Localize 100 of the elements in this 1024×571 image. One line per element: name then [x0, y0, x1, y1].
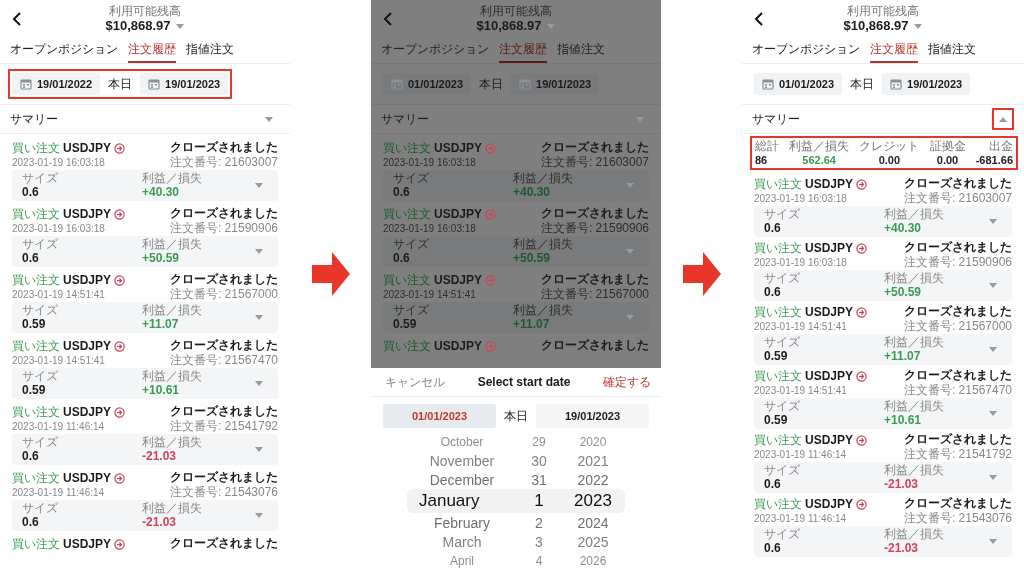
arrow-circle-icon[interactable] — [856, 370, 868, 382]
arrow-circle-icon[interactable] — [856, 178, 868, 190]
caret-icon[interactable] — [545, 22, 556, 30]
order-details-card[interactable]: サイズ 0.59 利益／損失 +11.07 — [12, 302, 278, 333]
arrow-circle-icon[interactable] — [856, 498, 868, 510]
order-details-card[interactable]: サイズ 0.59 利益／損失 +11.07 — [754, 334, 1012, 365]
expand-icon[interactable] — [625, 314, 635, 321]
tab[interactable]: オープンポジション — [381, 38, 489, 63]
arrow-circle-icon[interactable] — [114, 538, 126, 550]
expand-icon[interactable] — [988, 410, 998, 417]
picker-year[interactable]: 2022 — [561, 471, 625, 488]
picker-month[interactable]: November — [407, 452, 517, 469]
picker-year[interactable]: 2025 — [561, 533, 625, 550]
start-date-field[interactable]: 01/01/2023 — [383, 404, 496, 428]
expand-icon[interactable] — [254, 182, 264, 189]
picker-selection[interactable]: January 1 2023 — [407, 489, 625, 513]
tab[interactable]: 注文履歴 — [128, 38, 176, 63]
order-details-card[interactable]: サイズ 0.6 利益／損失 +50.59 — [754, 270, 1012, 301]
order-details-card[interactable]: サイズ 0.59 利益／損失 +10.61 — [754, 398, 1012, 429]
confirm-button[interactable]: 確定する — [603, 373, 651, 391]
tab[interactable]: 指値注文 — [186, 38, 234, 63]
back-icon[interactable] — [754, 12, 764, 26]
order-details-card[interactable]: サイズ 0.6 利益／損失 -21.03 — [12, 500, 278, 531]
tab[interactable]: 注文履歴 — [499, 38, 547, 63]
back-icon[interactable] — [12, 12, 22, 26]
expand-icon[interactable] — [988, 474, 998, 481]
picker-day[interactable]: 29 — [517, 434, 561, 449]
start-date-field[interactable]: 01/01/2023 — [383, 73, 472, 95]
picker-day[interactable]: 1 — [517, 491, 561, 511]
order-status: クローズされました — [541, 338, 649, 353]
expand-icon[interactable] — [254, 512, 264, 519]
tab[interactable]: 指値注文 — [557, 38, 605, 63]
today-button[interactable]: 本日 — [479, 75, 504, 93]
order-details-card[interactable]: サイズ 0.6 利益／損失 -21.03 — [754, 526, 1012, 557]
order-details-card[interactable]: サイズ 0.6 利益／損失 -21.03 — [754, 462, 1012, 493]
arrow-circle-icon[interactable] — [856, 306, 868, 318]
picker-year[interactable]: 2020 — [561, 434, 625, 449]
picker-year[interactable]: 2024 — [561, 514, 625, 531]
tab[interactable]: 注文履歴 — [870, 38, 918, 63]
expand-icon[interactable] — [988, 538, 998, 545]
picker-year[interactable]: 2026 — [561, 553, 625, 568]
picker-month[interactable]: January — [407, 491, 517, 511]
picker-year[interactable]: 2021 — [561, 452, 625, 469]
end-date-field[interactable]: 19/01/2023 — [511, 73, 600, 95]
tab[interactable]: オープンポジション — [752, 38, 860, 63]
picker-month[interactable]: February — [407, 514, 517, 531]
order-details-card[interactable]: サイズ 0.6 利益／損失 -21.03 — [12, 434, 278, 465]
expand-icon[interactable] — [254, 380, 264, 387]
order-details-card[interactable]: サイズ 0.6 利益／損失 +50.59 — [383, 236, 649, 267]
order-details-card[interactable]: サイズ 0.6 利益／損失 +40.30 — [754, 206, 1012, 237]
expand-icon[interactable] — [988, 218, 998, 225]
arrow-circle-icon[interactable] — [114, 340, 126, 352]
arrow-circle-icon[interactable] — [114, 208, 126, 220]
picker-day[interactable]: 31 — [517, 471, 561, 488]
today-button[interactable]: 本日 — [504, 407, 528, 425]
expand-icon[interactable] — [254, 446, 264, 453]
expand-icon[interactable] — [635, 115, 645, 123]
tab[interactable]: オープンポジション — [10, 38, 118, 63]
expand-icon[interactable] — [988, 346, 998, 353]
end-date-field[interactable]: 19/01/2023 — [140, 73, 229, 95]
arrow-circle-icon[interactable] — [114, 274, 126, 286]
tab[interactable]: 指値注文 — [928, 38, 976, 63]
caret-icon[interactable] — [912, 22, 923, 30]
order-details-card[interactable]: サイズ 0.6 利益／損失 +50.59 — [12, 236, 278, 267]
calendar-icon — [519, 78, 532, 90]
expand-icon[interactable] — [625, 182, 635, 189]
arrow-circle-icon[interactable] — [856, 434, 868, 446]
picker-month[interactable]: October — [407, 434, 517, 449]
expand-icon[interactable] — [254, 248, 264, 255]
arrow-circle-icon[interactable] — [114, 142, 126, 154]
arrow-circle-icon[interactable] — [114, 406, 126, 418]
end-date-field[interactable]: 19/01/2023 — [882, 73, 971, 95]
picker-month[interactable]: April — [407, 553, 517, 568]
order-details-card[interactable]: サイズ 0.6 利益／損失 +40.30 — [383, 170, 649, 201]
order-details-card[interactable]: サイズ 0.6 利益／損失 +40.30 — [12, 170, 278, 201]
picker-month[interactable]: December — [407, 471, 517, 488]
today-button[interactable]: 本日 — [108, 75, 133, 93]
order-details-card[interactable]: サイズ 0.59 利益／損失 +11.07 — [383, 302, 649, 333]
collapse-icon[interactable] — [998, 115, 1008, 123]
start-date-field[interactable]: 19/01/2022 — [12, 73, 101, 95]
picker-day[interactable]: 4 — [517, 553, 561, 568]
today-button[interactable]: 本日 — [850, 75, 875, 93]
start-date-field[interactable]: 01/01/2023 — [754, 73, 843, 95]
picker-day[interactable]: 2 — [517, 514, 561, 531]
picker-month[interactable]: March — [407, 533, 517, 550]
picker-year[interactable]: 2023 — [561, 491, 625, 511]
cancel-button[interactable]: キャンセル — [385, 373, 445, 391]
picker-day[interactable]: 3 — [517, 533, 561, 550]
picker-day[interactable]: 30 — [517, 452, 561, 469]
order-number: 注文番号: 21567470 — [903, 383, 1012, 397]
arrow-circle-icon[interactable] — [856, 242, 868, 254]
summary-label: サマリー — [381, 110, 429, 128]
order-details-card[interactable]: サイズ 0.59 利益／損失 +10.61 — [12, 368, 278, 399]
end-date-field[interactable]: 19/01/2023 — [536, 404, 649, 428]
arrow-circle-icon[interactable] — [114, 472, 126, 484]
caret-icon[interactable] — [174, 22, 185, 30]
expand-icon[interactable] — [988, 282, 998, 289]
expand-icon[interactable] — [254, 314, 264, 321]
expand-icon[interactable] — [264, 115, 274, 123]
expand-icon[interactable] — [625, 248, 635, 255]
